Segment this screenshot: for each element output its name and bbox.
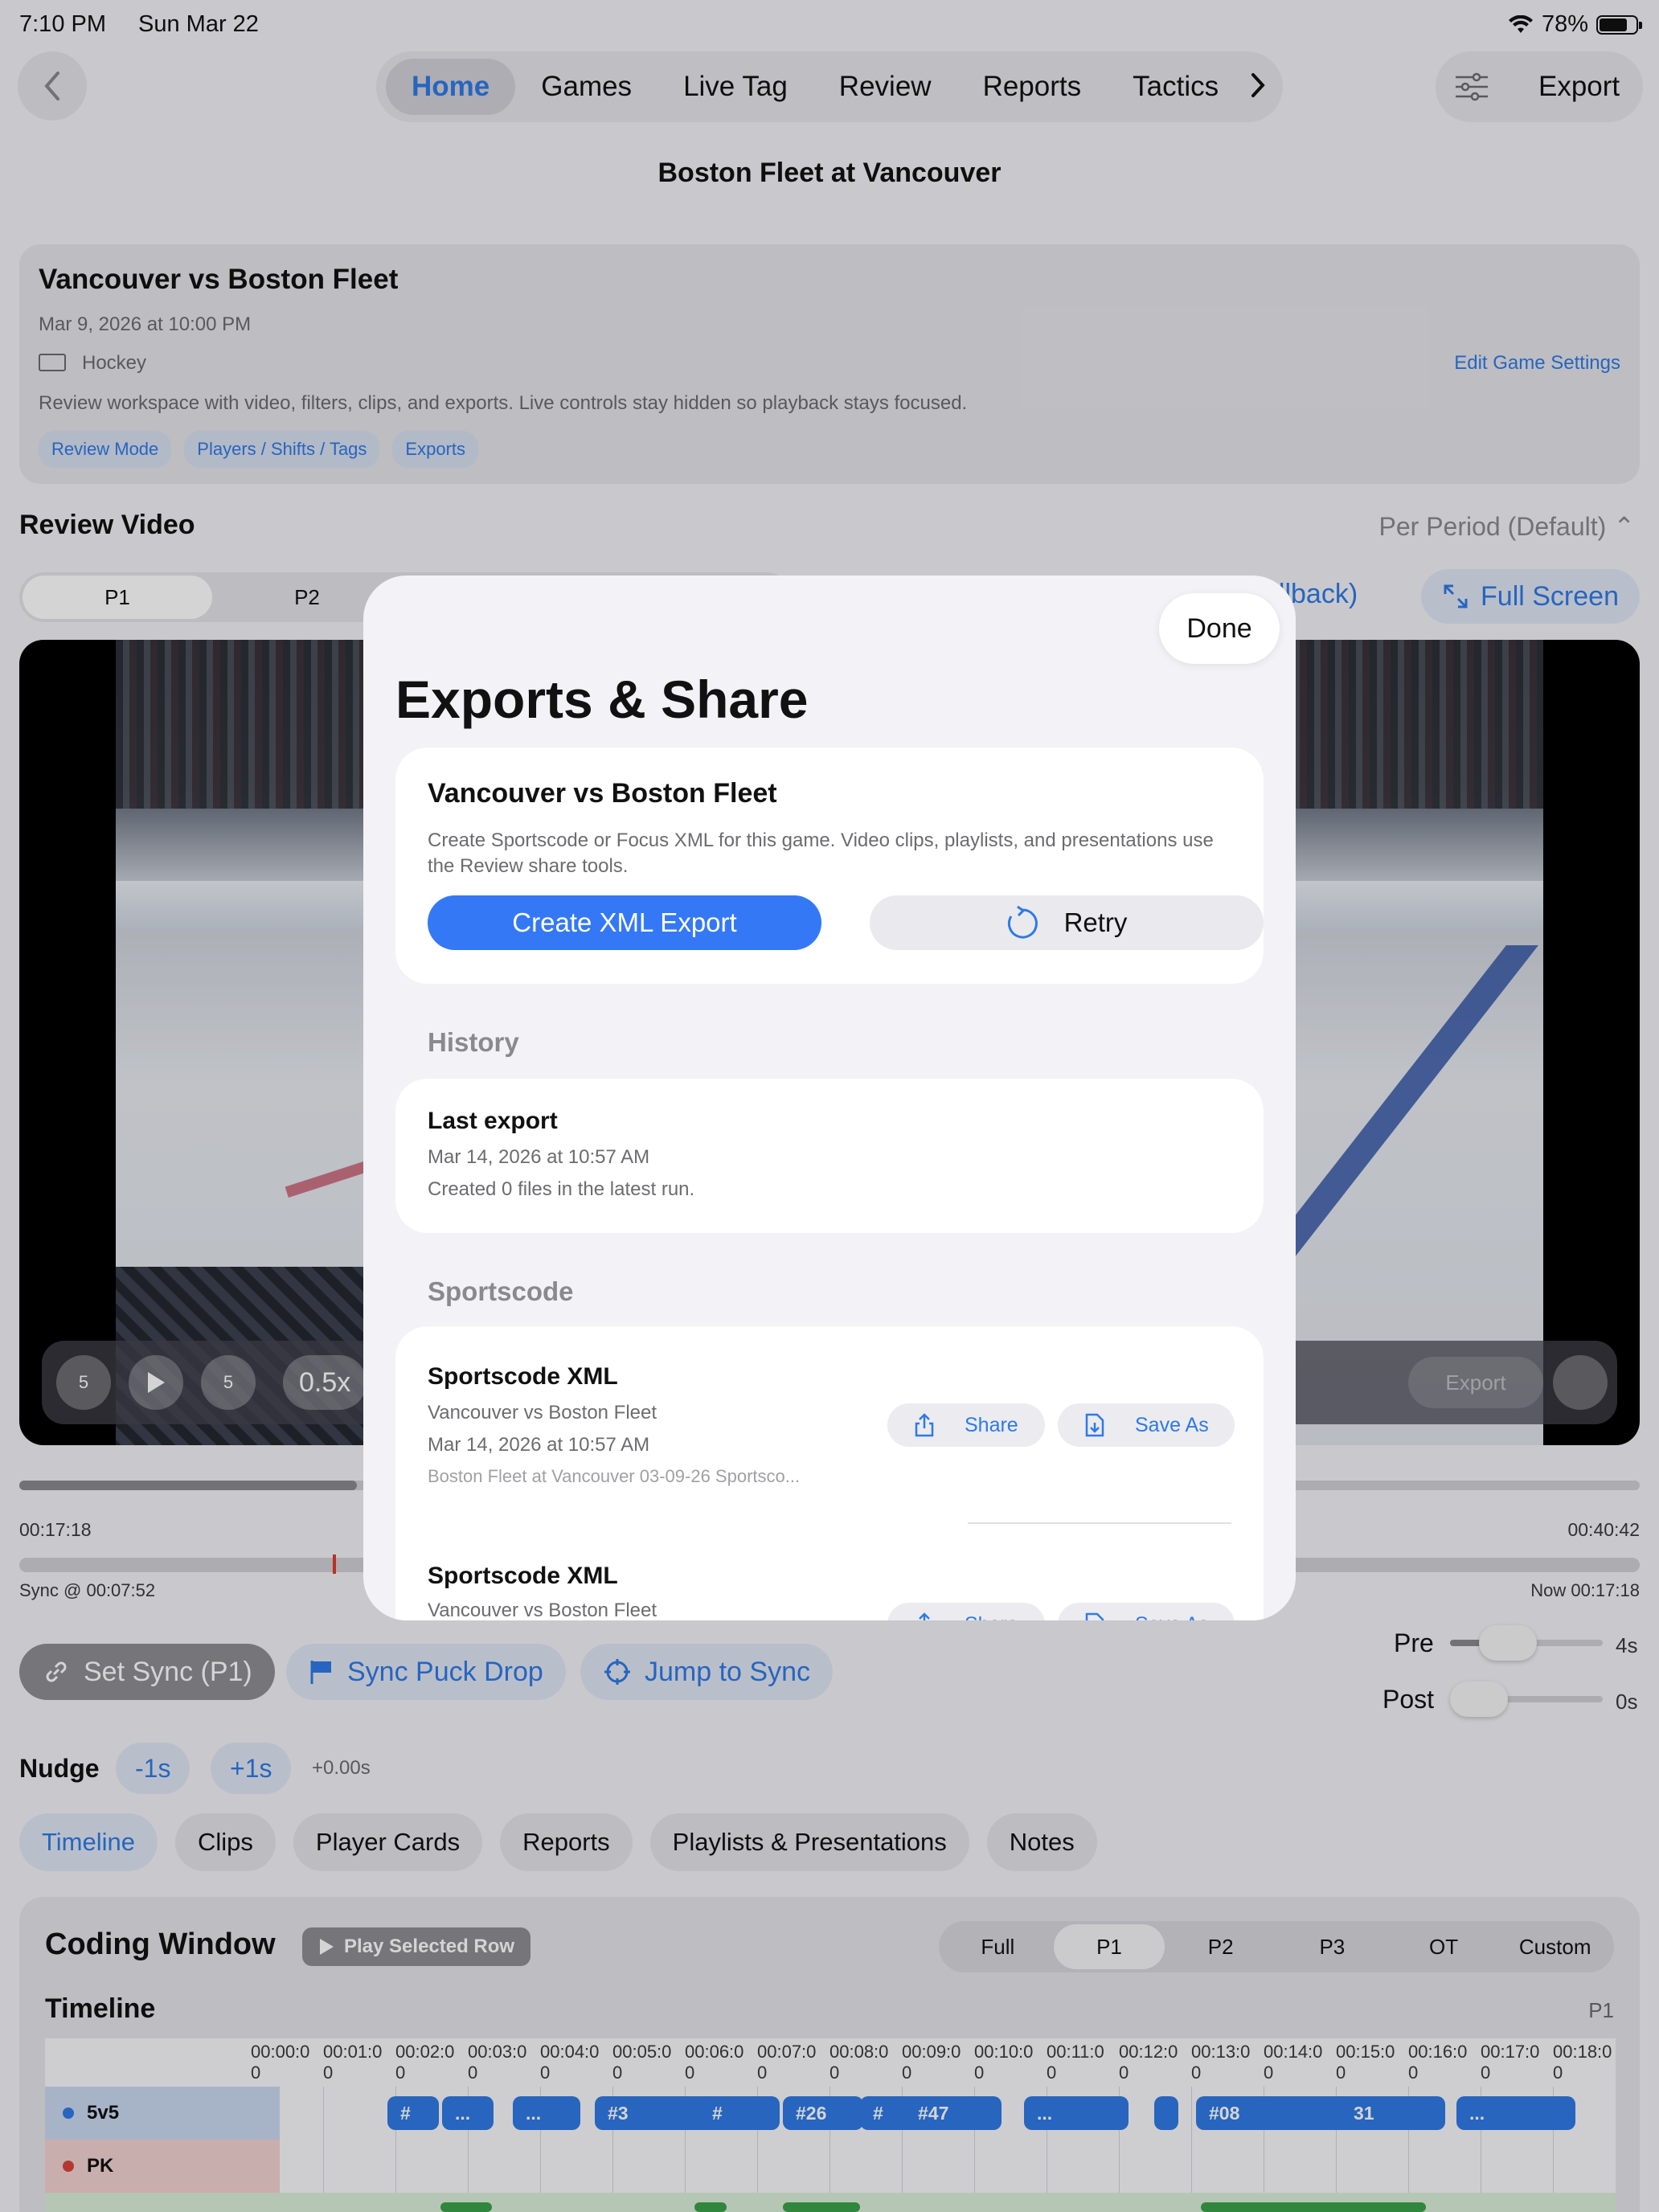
save-as-button[interactable]: Save As bbox=[1058, 1603, 1235, 1620]
share-button[interactable]: Share bbox=[887, 1403, 1045, 1447]
sportscode-header: Sportscode bbox=[428, 1276, 574, 1306]
sportscode-item-title: Sportscode XML bbox=[428, 1563, 618, 1589]
doc-download-icon bbox=[1085, 1612, 1104, 1620]
export-card-title: Vancouver vs Boston Fleet bbox=[428, 778, 777, 809]
share-label: Share bbox=[965, 1413, 1018, 1436]
share-label: Share bbox=[965, 1613, 1018, 1621]
doc-download-icon bbox=[1085, 1413, 1104, 1437]
save-as-label: Save As bbox=[1135, 1413, 1209, 1436]
share-icon bbox=[919, 1612, 930, 1620]
create-xml-export-button[interactable]: Create XML Export bbox=[428, 895, 821, 950]
sportscode-card: Sportscode XML Vancouver vs Boston Fleet… bbox=[395, 1326, 1264, 1620]
last-export-files: Created 0 files in the latest run. bbox=[428, 1178, 695, 1200]
save-as-button[interactable]: Save As bbox=[1058, 1403, 1235, 1447]
separator bbox=[968, 1522, 1231, 1524]
modal-title: Exports & Share bbox=[395, 670, 809, 729]
history-card: Last export Mar 14, 2026 at 10:57 AM Cre… bbox=[395, 1079, 1264, 1233]
sportscode-item-file: Boston Fleet at Vancouver 03-09-26 Sport… bbox=[428, 1466, 801, 1486]
exports-share-modal: Done Exports & Share Vancouver vs Boston… bbox=[363, 576, 1296, 1620]
export-card-description: Create Sportscode or Focus XML for this … bbox=[428, 830, 1214, 877]
sportscode-item-title: Sportscode XML bbox=[428, 1363, 618, 1390]
sportscode-item-game: Vancouver vs Boston Fleet bbox=[428, 1600, 657, 1620]
last-export-date: Mar 14, 2026 at 10:57 AM bbox=[428, 1146, 650, 1168]
export-card: Vancouver vs Boston Fleet Create Sportsc… bbox=[395, 748, 1264, 984]
done-button[interactable]: Done bbox=[1159, 593, 1280, 664]
retry-label: Retry bbox=[1063, 907, 1128, 937]
history-header: History bbox=[428, 1027, 519, 1057]
sportscode-item-date: Mar 14, 2026 at 10:57 AM bbox=[428, 1434, 650, 1456]
share-icon bbox=[915, 1413, 934, 1437]
retry-button[interactable]: Retry bbox=[870, 895, 1264, 950]
save-as-label: Save As bbox=[1135, 1613, 1209, 1621]
share-button[interactable]: Share bbox=[887, 1603, 1045, 1620]
sportscode-item-game: Vancouver vs Boston Fleet bbox=[428, 1402, 657, 1423]
refresh-icon bbox=[1007, 905, 1038, 939]
last-export-title: Last export bbox=[428, 1108, 558, 1134]
